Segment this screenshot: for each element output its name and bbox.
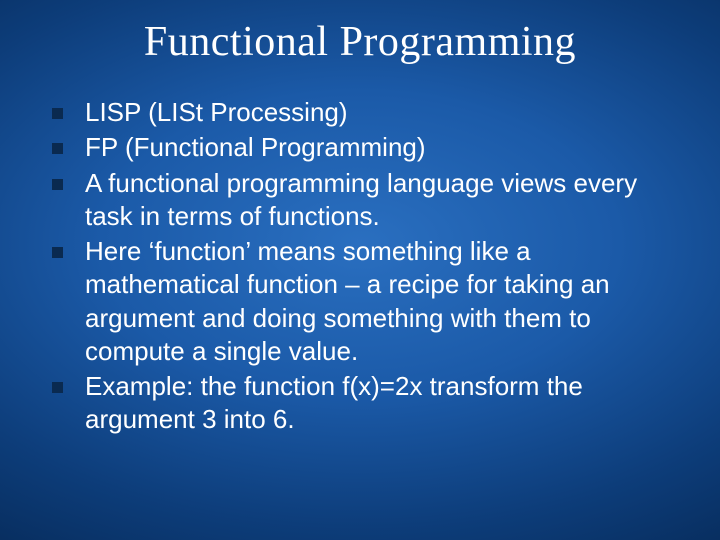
square-bullet-icon: [52, 143, 63, 154]
list-item: LISP (LISt Processing): [52, 96, 690, 129]
square-bullet-icon: [52, 382, 63, 393]
square-bullet-icon: [52, 247, 63, 258]
slide-body: LISP (LISt Processing) FP (Functional Pr…: [0, 76, 720, 437]
bullet-text: Example: the function f(x)=2x transform …: [85, 370, 690, 437]
list-item: Example: the function f(x)=2x transform …: [52, 370, 690, 437]
list-item: Here ‘function’ means something like a m…: [52, 235, 690, 368]
bullet-text: Here ‘function’ means something like a m…: [85, 235, 690, 368]
bullet-text: FP (Functional Programming): [85, 131, 426, 164]
slide-title: Functional Programming: [0, 0, 720, 76]
bullet-text: LISP (LISt Processing): [85, 96, 348, 129]
list-item: A functional programming language views …: [52, 167, 690, 234]
bullet-text: A functional programming language views …: [85, 167, 690, 234]
slide: Functional Programming LISP (LISt Proces…: [0, 0, 720, 540]
square-bullet-icon: [52, 179, 63, 190]
square-bullet-icon: [52, 108, 63, 119]
list-item: FP (Functional Programming): [52, 131, 690, 164]
